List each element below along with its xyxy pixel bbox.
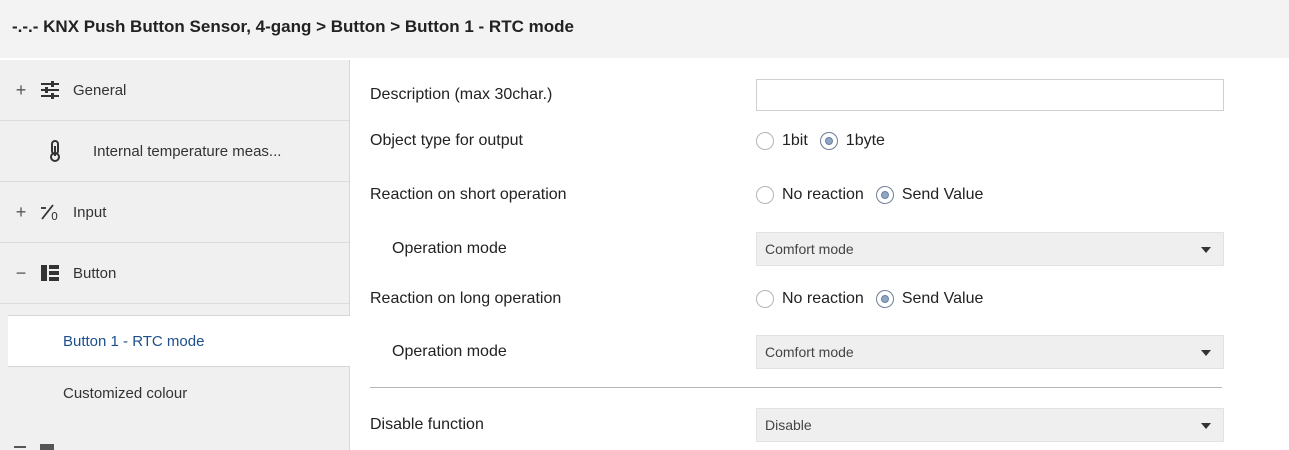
sliders-icon [39, 79, 61, 101]
collapse-icon[interactable]: − [14, 263, 28, 284]
dropdown-caret-icon [1201, 247, 1211, 253]
dropdown-caret-icon [1201, 350, 1211, 356]
param-label: Reaction on short operation [370, 186, 567, 203]
sidebar-item-general[interactable]: + General [0, 60, 349, 121]
sidebar-item-label: Button [73, 264, 117, 282]
select-value: Disable [765, 417, 812, 433]
radio-circle[interactable] [756, 290, 774, 308]
radio-label: 1byte [845, 132, 885, 149]
param-label: Reaction on long operation [370, 290, 562, 307]
operation-mode-select[interactable]: Comfort mode [756, 232, 1224, 266]
sidebar-item-label: Input [73, 203, 107, 221]
param-row-short-reaction: Reaction on short operation No reaction … [370, 175, 1230, 215]
param-label: Operation mode [392, 240, 507, 257]
sidebar-item-button[interactable]: − Button [0, 243, 349, 304]
param-row-short-operation-mode: Operation mode Comfort mode [370, 229, 1230, 269]
param-row-long-operation-mode: Operation mode Comfort mode [370, 332, 1230, 372]
radio-label: Send Value [901, 290, 984, 307]
description-input[interactable] [756, 79, 1224, 111]
radio-no-reaction[interactable]: No reaction [756, 186, 864, 204]
select-value: Comfort mode [765, 241, 854, 257]
dropdown-caret-icon [1201, 423, 1211, 429]
expand-icon[interactable]: + [14, 202, 28, 223]
param-row-object-type: Object type for output 1bit 1byte [370, 121, 1230, 161]
radio-label: 1bit [782, 132, 808, 149]
radio-label: Send Value [901, 186, 984, 203]
radio-send-value[interactable]: Send Value [875, 186, 984, 204]
sidebar-item-internal-temperature[interactable]: Internal temperature meas... [0, 121, 349, 182]
param-row-long-reaction: Reaction on long operation No reaction S… [370, 279, 1230, 319]
button-grid-icon [39, 262, 61, 284]
radio-no-reaction[interactable]: No reaction [756, 290, 864, 308]
radio-circle-checked[interactable] [875, 186, 894, 204]
disable-function-select[interactable]: Disable [756, 408, 1224, 442]
sidebar-subitem-button1-rtc[interactable]: Button 1 - RTC mode [8, 315, 350, 367]
radio-circle[interactable] [756, 132, 774, 150]
page-title: -.-.- KNX Push Button Sensor, 4-gang > B… [12, 17, 574, 36]
param-label: Object type for output [370, 132, 523, 149]
radio-label: No reaction [782, 290, 864, 307]
sidebar-item-label: Internal temperature meas... [93, 142, 282, 160]
sidebar-item-input[interactable]: + 0 Input [0, 182, 349, 243]
select-value: Comfort mode [765, 344, 854, 360]
expand-icon[interactable]: + [14, 80, 28, 101]
input-icon: 0 [39, 201, 61, 223]
title-bar: -.-.- KNX Push Button Sensor, 4-gang > B… [0, 0, 1289, 58]
param-label: Operation mode [392, 343, 507, 360]
param-row-disable-function: Disable function Disable [370, 405, 1230, 445]
param-label: Disable function [370, 416, 484, 433]
radio-1byte[interactable]: 1byte [819, 132, 885, 150]
radio-circle[interactable] [756, 186, 774, 204]
param-label: Description (max 30char.) [370, 86, 553, 103]
radio-send-value[interactable]: Send Value [875, 290, 984, 308]
param-row-description: Description (max 30char.) [370, 75, 1230, 115]
radio-circle-checked[interactable] [875, 290, 894, 308]
sidebar-next-item-partial[interactable] [14, 442, 54, 450]
sidebar-subitem-label: Button 1 - RTC mode [63, 332, 205, 350]
thermometer-icon [44, 140, 66, 162]
sidebar: + General Internal temperature meas... + [0, 60, 350, 450]
operation-mode-select[interactable]: Comfort mode [756, 335, 1224, 369]
sidebar-subitem-customized-colour[interactable]: Customized colour [0, 367, 349, 419]
sidebar-item-label: General [73, 81, 127, 99]
sidebar-subitem-label: Customized colour [63, 384, 188, 402]
svg-text:0: 0 [51, 210, 58, 222]
radio-circle-checked[interactable] [819, 132, 838, 150]
radio-1bit[interactable]: 1bit [756, 132, 808, 150]
section-divider [370, 387, 1222, 388]
radio-label: No reaction [782, 186, 864, 203]
